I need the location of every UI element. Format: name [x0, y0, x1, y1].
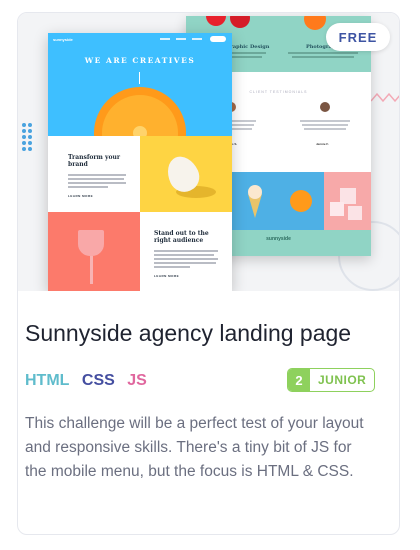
graphic-design-label: Graphic Design	[226, 44, 270, 50]
preview-logo: sunnyside	[53, 37, 73, 42]
decorative-zigzag	[371, 92, 399, 103]
section-title: Stand out to the right audience	[154, 230, 209, 244]
tag-js: JS	[127, 372, 147, 389]
difficulty-badge: 2 JUNIOR	[287, 368, 376, 392]
challenge-preview-image[interactable]: Graphic Design Photography CLIENT TESTIM…	[18, 13, 399, 291]
learn-more-link: LEARN MORE	[154, 274, 180, 278]
testimonial-name: Jennie F.	[316, 142, 329, 146]
transform-section: Transform your brand LEARN MORE	[48, 136, 140, 212]
glass-image	[48, 212, 140, 291]
hero-section: sunnyside WE ARE CREATIVES	[48, 33, 232, 136]
egg-image	[140, 136, 232, 212]
avatar	[320, 102, 330, 112]
audience-section: Stand out to the right audience LEARN MO…	[140, 212, 232, 291]
preview-page-front: sunnyside WE ARE CREATIVES Transform you…	[48, 33, 232, 291]
difficulty-label: JUNIOR	[318, 373, 367, 387]
tag-html: HTML	[25, 372, 70, 389]
arrow-down-icon	[139, 72, 140, 84]
challenge-title[interactable]: Sunnyside agency landing page	[25, 320, 351, 347]
tag-css: CSS	[81, 372, 115, 389]
language-tags: HTML CSS JS	[25, 372, 155, 390]
learn-more-link: LEARN MORE	[68, 194, 94, 198]
contact-button	[210, 36, 226, 42]
free-badge: FREE	[326, 23, 390, 51]
section-title: Transform your brand	[68, 154, 121, 168]
challenge-description: This challenge will be a perfect test of…	[25, 415, 364, 480]
difficulty-number: 2	[288, 369, 310, 391]
hero-title: WE ARE CREATIVES	[84, 56, 196, 65]
